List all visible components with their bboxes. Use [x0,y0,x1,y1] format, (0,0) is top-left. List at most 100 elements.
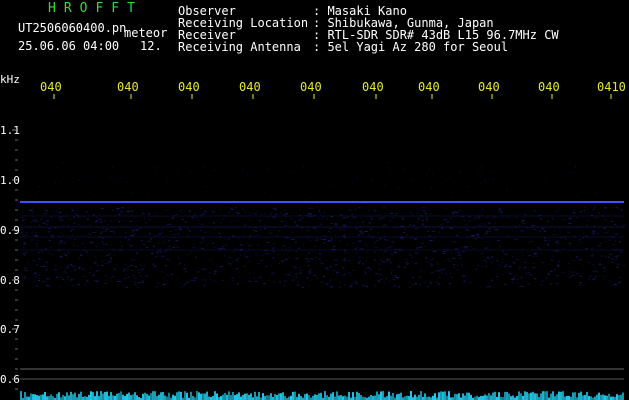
noise-speck [225,244,228,246]
noise-speck [329,266,332,268]
noise-speck [48,240,51,241]
noise-speck [264,192,266,194]
noise-speck [405,262,409,264]
noise-speck [308,272,312,274]
noise-speck [110,231,114,233]
header: HROFFT UT2506060400.pn meteor 25.06.06 0… [0,0,629,72]
noise-speck [25,232,29,234]
noise-speck [465,210,467,212]
noise-speck [516,279,519,281]
noise-speck [426,216,428,218]
noise-speck [169,267,171,269]
activity-bar [202,393,204,400]
noise-speck [555,242,559,244]
noise-speck [358,240,362,242]
noise-speck [174,229,177,231]
noise-speck [216,244,218,246]
noise-speck [365,252,368,254]
noise-speck [287,251,291,252]
noise-speck [421,223,424,225]
noise-speck [502,250,504,252]
activity-bar [244,393,246,400]
noise-speck [366,286,368,288]
noise-speck [605,275,609,277]
noise-speck [344,258,347,260]
noise-speck [30,227,32,229]
activity-bar [490,395,492,400]
noise-speck [356,199,358,201]
noise-speck [106,279,108,281]
noise-speck [393,177,395,179]
noise-speck [450,177,452,179]
noise-speck [348,271,349,273]
noise-speck [295,251,297,253]
noise-speck [322,212,325,214]
noise-speck [85,250,88,252]
activity-bar [516,396,518,400]
noise-speck [541,280,544,282]
noise-speck [590,247,593,249]
noise-speck [305,217,307,218]
noise-speck [255,267,257,268]
noise-speck [398,286,400,288]
noise-speck [32,207,35,209]
noise-speck [475,268,479,270]
noise-speck [409,211,412,213]
noise-speck [363,284,366,286]
activity-bar [462,393,464,400]
noise-speck [101,231,104,233]
activity-bar [162,392,164,400]
noise-speck [208,272,211,274]
noise-speck [254,253,257,255]
noise-speck [584,207,587,209]
noise-speck [101,242,104,244]
noise-speck [38,258,41,260]
activity-bar [562,391,564,400]
noise-speck [574,213,576,215]
activity-bar [280,393,282,400]
noise-speck [379,238,382,240]
noise-speck [499,208,502,210]
noise-speck [613,284,617,285]
noise-speck [32,260,35,262]
noise-speck [296,284,299,286]
activity-bar [148,395,150,400]
noise-speck [92,274,96,276]
noise-speck [285,274,288,276]
noise-speck [325,268,328,269]
noise-speck [243,265,247,267]
noise-speck [318,210,320,212]
activity-bar [594,396,596,400]
noise-speck [347,260,350,261]
noise-speck [429,213,431,215]
noise-speck [518,285,522,287]
noise-speck [104,230,107,232]
noise-speck [457,264,458,266]
noise-speck [51,254,53,256]
activity-bar [356,391,358,400]
noise-speck [289,271,292,273]
noise-speck [547,243,549,245]
noise-speck [162,241,164,243]
noise-speck [227,238,230,240]
noise-speck [454,248,458,250]
noise-speck [512,281,514,283]
noise-speck [90,255,92,257]
noise-speck [435,270,437,272]
activity-bar [224,393,226,400]
noise-speck [420,270,422,272]
activity-bar [68,395,70,400]
noise-speck [414,228,417,230]
noise-speck [43,208,46,210]
noise-speck [497,217,499,219]
noise-speck [257,244,260,246]
noise-speck [79,253,83,255]
noise-speck [350,275,352,277]
noise-speck [484,180,486,182]
noise-speck [583,210,586,212]
noise-speck [541,262,545,264]
noise-speck [315,206,317,208]
noise-speck [190,279,194,281]
noise-speck [245,256,249,258]
noise-speck [299,272,302,274]
